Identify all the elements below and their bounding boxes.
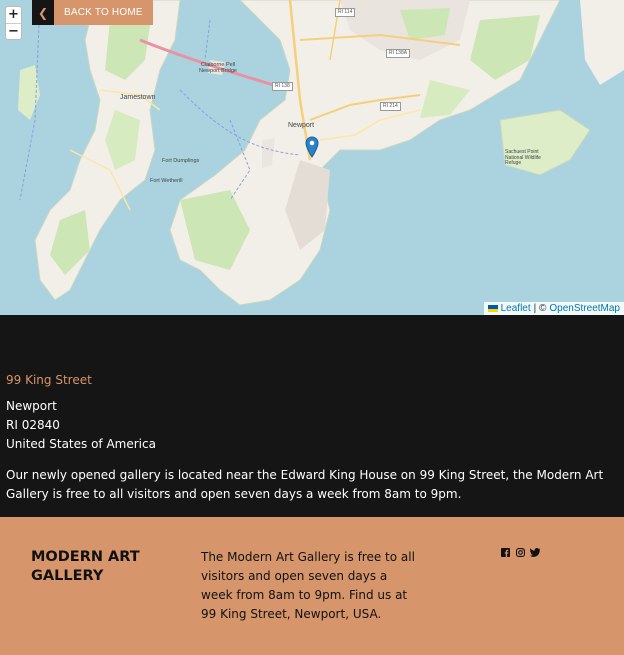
facebook-icon[interactable] <box>500 547 510 557</box>
openstreetmap-link[interactable]: OpenStreetMap <box>549 303 620 314</box>
map-attribution: Leaflet | © OpenStreetMap <box>483 302 624 315</box>
city: Newport <box>6 399 57 413</box>
map-label-wetherill: Fort Wetherill <box>150 178 183 184</box>
location-marker-icon[interactable] <box>305 136 319 162</box>
map-label-sachuest: Sachuest Point National Wildlife Refuge <box>505 149 541 166</box>
road-shield-ri138: RI 138 <box>272 82 293 91</box>
footer-text: The Modern Art Gallery is free to all vi… <box>201 550 415 621</box>
location-description: Our newly opened gallery is located near… <box>6 468 604 501</box>
address-section: 99 King Street Newport RI 02840 United S… <box>0 315 624 517</box>
attribution-separator: | © <box>533 303 547 314</box>
zoom-in-button[interactable]: + <box>6 7 21 23</box>
road-shield-ri214: RI 214 <box>380 102 401 111</box>
chevron-left-icon: ❮ <box>32 0 54 25</box>
road-shield-ri114: RI 114 <box>335 8 356 17</box>
back-to-home-button[interactable]: ❮ BACK TO HOME <box>32 0 153 25</box>
zoom-out-button[interactable]: − <box>6 23 21 39</box>
social-links <box>500 547 540 557</box>
back-to-home-label: BACK TO HOME <box>54 0 153 25</box>
page: Jamestown Newport Claiborne Pell Newport… <box>0 0 624 655</box>
state-zip: RI 02840 <box>6 418 60 432</box>
instagram-icon[interactable] <box>515 547 525 557</box>
country: United States of America <box>6 437 156 451</box>
ukraine-flag-icon <box>487 305 498 312</box>
footer-brand: MODERN ART GALLERY <box>31 549 140 584</box>
street-address: 99 King Street <box>6 373 92 387</box>
map-label-dumplings: Fort Dumplings <box>162 158 200 164</box>
map[interactable]: Jamestown Newport Claiborne Pell Newport… <box>0 0 624 315</box>
leaflet-link[interactable]: Leaflet <box>501 303 531 314</box>
map-label-jamestown: Jamestown <box>120 94 156 101</box>
zoom-control: + − <box>5 6 22 40</box>
road-shield-ri138a: RI 138A <box>386 49 411 58</box>
footer: MODERN ART GALLERY The Modern Art Galler… <box>0 517 624 655</box>
map-label-newport: Newport <box>288 122 315 129</box>
twitter-icon[interactable] <box>530 547 540 557</box>
map-label-bridge: Claiborne Pell Newport Bridge <box>199 62 237 74</box>
